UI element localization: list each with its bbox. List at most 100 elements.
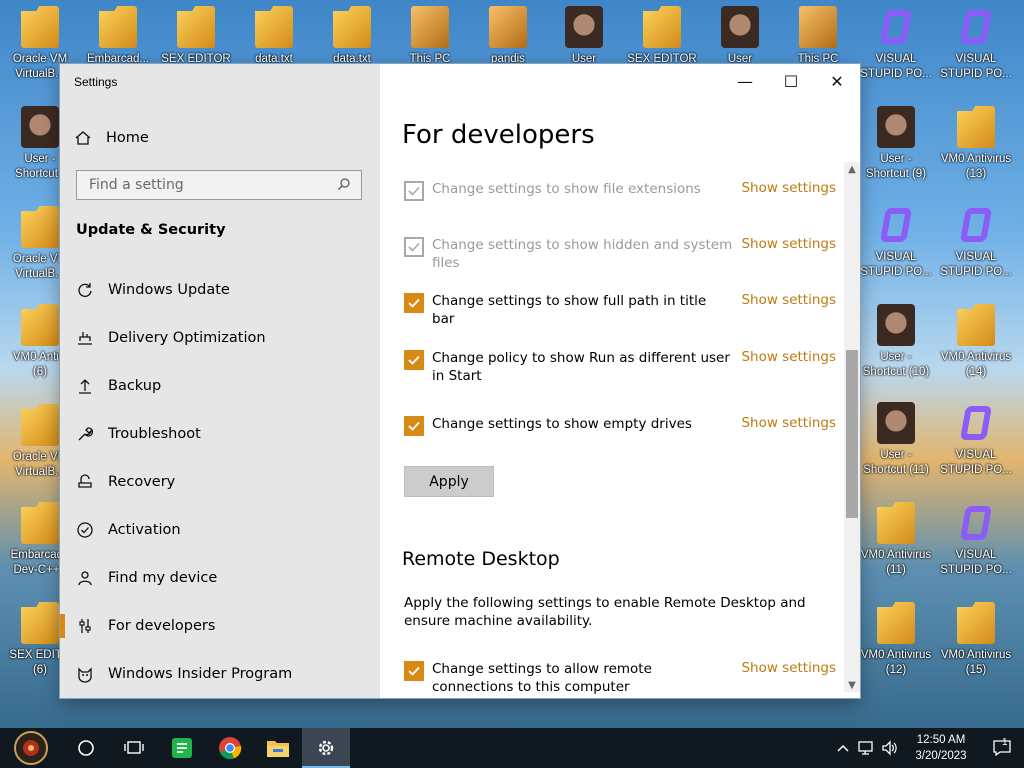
sidebar-item-activation[interactable]: Activation: [60, 506, 380, 554]
show-settings-link[interactable]: Show settings: [741, 180, 836, 196]
desktop-icon[interactable]: User - Shortcut (11): [856, 396, 936, 494]
user-icon: [877, 304, 915, 346]
settings-window: Settings Home Update & Security Windows …: [60, 64, 860, 698]
folder-icon: [21, 206, 59, 248]
sidebar-item-label: Find my device: [108, 570, 218, 586]
content-scrollbar[interactable]: ▲ ▼: [844, 162, 860, 692]
task-view-icon: [124, 741, 144, 754]
folder-icon: [99, 6, 137, 48]
scroll-down-icon[interactable]: ▼: [844, 678, 860, 692]
user-icon: [877, 402, 915, 444]
remote-desktop-description: Apply the following settings to enable R…: [404, 595, 806, 629]
taskbar-app-chrome[interactable]: [206, 728, 254, 768]
checkbox-full-path[interactable]: [404, 293, 424, 313]
folder-icon: [957, 106, 995, 148]
sidebar-item-windows-insider[interactable]: Windows Insider Program: [60, 650, 380, 698]
sidebar-item-label: Windows Insider Program: [108, 666, 293, 682]
folder-icon: [255, 6, 293, 48]
checkbox-hidden-files[interactable]: [404, 237, 424, 257]
sidebar-item-windows-update[interactable]: Windows Update: [60, 266, 380, 314]
search-box[interactable]: [76, 170, 362, 200]
desktop-icon[interactable]: VISUAL STUPID PO...: [936, 198, 1016, 296]
user-icon: [877, 106, 915, 148]
volume-icon[interactable]: [878, 740, 902, 756]
search-icon[interactable]: [337, 176, 351, 195]
taskbar-app-sheets[interactable]: [158, 728, 206, 768]
sidebar-item-for-developers[interactable]: For developers: [60, 602, 380, 650]
desktop-icon[interactable]: User - Shortcut (9): [856, 100, 936, 198]
minimize-button[interactable]: —: [730, 70, 760, 92]
delivery-icon: [76, 329, 94, 347]
search-input[interactable]: [87, 176, 337, 194]
taskbar-app-file-explorer[interactable]: [254, 728, 302, 768]
nav-section-heading: Update & Security: [76, 222, 226, 238]
nav-home[interactable]: Home: [74, 128, 149, 148]
show-settings-link[interactable]: Show settings: [741, 415, 836, 431]
desktop-icon[interactable]: VM0 Antivirus (12): [856, 596, 936, 694]
sidebar-item-delivery-optimization[interactable]: Delivery Optimization: [60, 314, 380, 362]
show-settings-link[interactable]: Show settings: [741, 292, 836, 308]
task-view-button[interactable]: [110, 728, 158, 768]
start-button[interactable]: [0, 728, 62, 768]
visual-studio-icon: [877, 6, 915, 48]
network-icon[interactable]: [854, 740, 878, 756]
taskbar-app-settings[interactable]: [302, 728, 350, 768]
show-settings-link[interactable]: Show settings: [741, 349, 836, 365]
desktop-icon[interactable]: VM0 Antivirus (14): [936, 298, 1016, 396]
checkbox-remote-connections[interactable]: [404, 661, 424, 681]
visual-studio-icon: [957, 402, 995, 444]
chevron-up-icon[interactable]: [832, 743, 854, 753]
desktop-icon[interactable]: VM0 Antivirus (11): [856, 496, 936, 594]
desktop-icon[interactable]: VISUAL STUPID PO...: [936, 496, 1016, 594]
desktop-icon[interactable]: VISUAL STUPID PO...: [856, 0, 936, 98]
desktop-icon[interactable]: VISUAL STUPID PO...: [856, 198, 936, 296]
checkbox-run-as-different-user[interactable]: [404, 350, 424, 370]
recovery-icon: [76, 473, 94, 491]
nav-list: Windows Update Delivery Optimization Bac…: [60, 266, 380, 698]
scroll-thumb[interactable]: [846, 350, 858, 518]
checkbox-file-extensions[interactable]: [404, 181, 424, 201]
notifications-button[interactable]: 1: [980, 737, 1024, 757]
sidebar-item-troubleshoot[interactable]: Troubleshoot: [60, 410, 380, 458]
sidebar-item-label: Delivery Optimization: [108, 330, 266, 346]
taskbar-clock[interactable]: 12:50 AM 3/20/2023: [902, 732, 980, 764]
user-icon: [721, 6, 759, 48]
apply-button[interactable]: Apply: [404, 466, 494, 497]
close-button[interactable]: ✕: [822, 70, 852, 92]
nav-home-label: Home: [106, 130, 149, 146]
scroll-up-icon[interactable]: ▲: [844, 162, 860, 176]
user-icon: [565, 6, 603, 48]
clock-time: 12:50 AM: [916, 734, 966, 746]
show-settings-link[interactable]: Show settings: [741, 660, 836, 676]
desktop-icon[interactable]: VISUAL STUPID PO...: [936, 0, 1016, 98]
start-orb-icon: [14, 731, 48, 765]
sidebar-item-recovery[interactable]: Recovery: [60, 458, 380, 506]
file-explorer-icon: [267, 741, 289, 757]
remote-desktop-heading: Remote Desktop: [402, 548, 560, 570]
sliders-icon: [76, 617, 94, 635]
sidebar-item-label: Recovery: [108, 474, 176, 490]
sidebar-item-label: Backup: [108, 378, 162, 394]
settings-nav-pane: Settings Home Update & Security Windows …: [60, 64, 380, 698]
desktop-icon[interactable]: VM0 Antivirus (15): [936, 596, 1016, 694]
visual-studio-icon: [957, 502, 995, 544]
desktop-icon[interactable]: VM0 Antivirus (13): [936, 100, 1016, 198]
option-full-path: Change settings to show full path in tit…: [404, 292, 844, 328]
option-label: Change settings to show empty drives: [432, 416, 692, 432]
maximize-button[interactable]: ☐: [776, 70, 806, 92]
search-taskbar-button[interactable]: [62, 728, 110, 768]
page-title: For developers: [402, 120, 595, 150]
chrome-icon: [219, 737, 242, 760]
sidebar-item-label: Activation: [108, 522, 181, 538]
sidebar-item-find-my-device[interactable]: Find my device: [60, 554, 380, 602]
option-hidden-files: Change settings to show hidden and syste…: [404, 236, 844, 272]
folder-icon: [21, 304, 59, 346]
gear-icon: [318, 740, 334, 756]
checkbox-empty-drives[interactable]: [404, 416, 424, 436]
show-settings-link[interactable]: Show settings: [741, 236, 836, 252]
desktop-icon[interactable]: User - Shortcut (10): [856, 298, 936, 396]
option-label: Change settings to allow remote connecti…: [432, 661, 652, 695]
desktop-icon[interactable]: VISUAL STUPID PO...: [936, 396, 1016, 494]
folder-icon: [21, 6, 59, 48]
sidebar-item-backup[interactable]: Backup: [60, 362, 380, 410]
